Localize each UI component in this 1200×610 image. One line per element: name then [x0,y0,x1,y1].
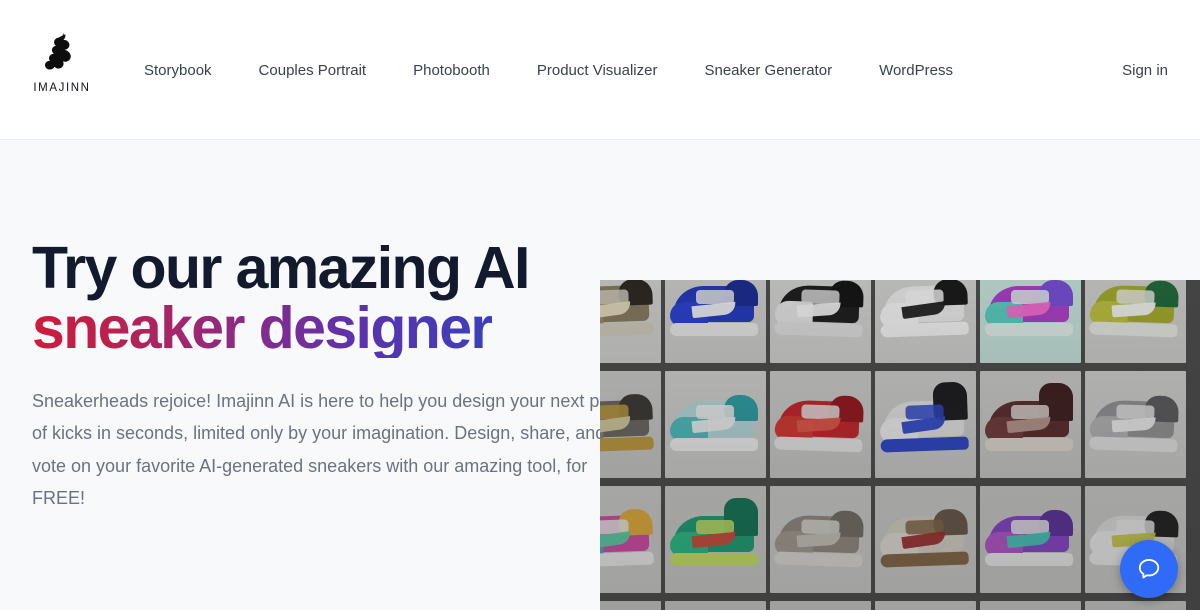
sneaker-illustration [600,508,658,571]
sneaker-illustration [773,393,867,456]
sneaker-illustration [984,382,1077,455]
page-root: IMAJINN Storybook Couples Portrait Photo… [0,0,1200,610]
sneaker-laces [695,289,734,304]
gallery-tile[interactable] [663,280,768,367]
hero-copy: Try our amazing AI sneaker designer Snea… [32,140,632,610]
sneaker-sole [879,551,969,568]
nav-item-photobooth[interactable]: Photobooth [413,55,490,86]
sneaker-illustration [1088,280,1182,341]
sneaker-sole [1088,435,1178,452]
sneaker-illustration [984,509,1077,570]
hero-description: Sneakerheads rejoice! Imajinn AI is here… [32,391,619,509]
sneaker-sole [984,437,1073,451]
sneaker-sole [773,435,863,452]
gallery-tile[interactable] [873,367,978,482]
gallery-tile[interactable] [600,482,663,597]
sneaker-laces [1115,403,1155,420]
sneaker-illustration [600,280,658,341]
gallery-tile[interactable] [873,280,978,367]
gallery-tile[interactable] [663,367,768,482]
sneaker-sole [1088,320,1178,337]
sneaker-gallery-grid [600,280,1200,610]
gallery-tile-background [600,601,661,610]
gallery-tile[interactable] [600,367,663,482]
sneaker-laces [1010,519,1049,534]
gallery-tile[interactable] [978,280,1083,367]
gallery-tile[interactable] [1083,367,1188,482]
hero-heading: Try our amazing AI sneaker designer [32,238,632,358]
gallery-tile-background [1085,601,1186,610]
sneaker-illustration [984,280,1077,340]
sneaker-illustration [878,381,972,456]
gallery-tile-background [980,601,1081,610]
sneaker-sole [600,551,654,568]
gallery-tile[interactable] [768,280,873,367]
nav-item-couples-portrait[interactable]: Couples Portrait [259,55,367,86]
gallery-tile[interactable] [768,482,873,597]
sneaker-illustration [773,280,867,341]
brand-logo-link[interactable]: IMAJINN [32,33,92,94]
sneaker-illustration [669,394,762,455]
sneaker-sole [600,321,654,338]
sneaker-laces [695,519,734,534]
nav-item-storybook[interactable]: Storybook [144,55,212,86]
sneaker-illustration [669,497,762,570]
gallery-tile[interactable] [600,280,663,367]
sneaker-gallery-panel [600,280,1200,610]
sneaker-illustration [773,508,867,571]
sneaker-illustration [600,393,658,456]
gallery-tile-background [875,601,976,610]
sneaker-sole [669,552,758,566]
gallery-tile[interactable] [873,482,978,597]
sneaker-laces [800,403,840,420]
genie-lamp-spirit-icon [45,33,71,70]
sneaker-illustration [1088,393,1182,456]
sneaker-sole [773,550,863,567]
sneaker-laces [800,518,840,535]
sign-in-link[interactable]: Sign in [1122,0,1168,140]
chat-bubble-icon [1138,558,1160,579]
gallery-tile[interactable] [1083,280,1188,367]
sneaker-laces [1010,289,1049,304]
gallery-tile[interactable] [768,367,873,482]
sneaker-laces [1115,288,1155,305]
gallery-tile-background [665,601,766,610]
sneaker-laces [1115,518,1155,535]
sneaker-illustration [669,280,762,340]
gallery-tile[interactable] [978,597,1083,610]
hero-heading-line-main: Try our amazing AI [32,235,530,301]
sneaker-sole [600,436,654,453]
chat-launcher-button[interactable] [1120,540,1178,598]
hero-heading-accent: sneaker designer [32,295,493,361]
sneaker-laces [1010,404,1049,419]
gallery-tile[interactable] [1083,597,1188,610]
gallery-tile[interactable] [873,597,978,610]
sneaker-sole [984,552,1073,566]
sneaker-sole [879,321,969,338]
sneaker-laces [800,288,840,305]
gallery-tile[interactable] [978,367,1083,482]
nav-item-sneaker-generator[interactable]: Sneaker Generator [704,55,832,86]
sneaker-sole [984,322,1073,336]
brand-wordmark: IMAJINN [33,82,91,94]
gallery-tile-background [770,601,871,610]
gallery-tile[interactable] [600,597,663,610]
sneaker-laces [695,404,734,419]
sneaker-sole [669,322,758,336]
site-header: IMAJINN Storybook Couples Portrait Photo… [0,0,1200,140]
sneaker-sole [879,436,969,453]
hero-section: Try our amazing AI sneaker designer Snea… [0,140,1200,610]
gallery-tile[interactable] [663,597,768,610]
sneaker-illustration [878,280,972,341]
sneaker-sole [669,437,758,451]
gallery-tile[interactable] [663,482,768,597]
gallery-tile[interactable] [768,597,873,610]
nav-item-product-visualizer[interactable]: Product Visualizer [537,55,658,86]
sneaker-illustration [878,508,972,571]
gallery-tile[interactable] [978,482,1083,597]
nav-item-wordpress[interactable]: WordPress [879,55,953,86]
primary-navigation: Storybook Couples Portrait Photobooth Pr… [144,0,1000,140]
sneaker-sole [773,320,863,337]
